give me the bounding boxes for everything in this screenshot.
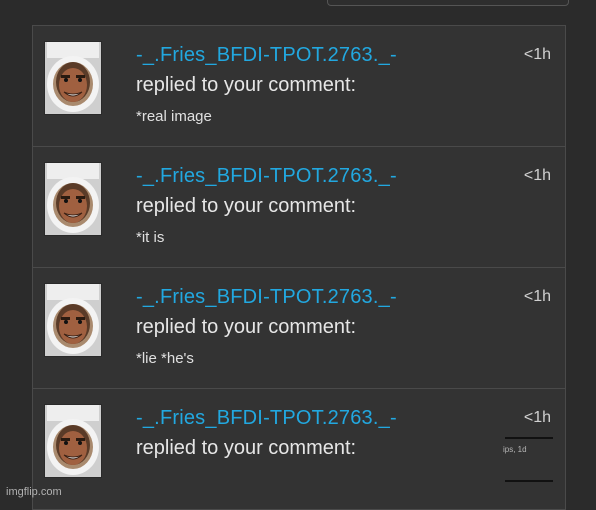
notification-time: <1h	[523, 288, 551, 305]
toilet-head-avatar-icon	[45, 405, 101, 477]
notification-username[interactable]: -_.Fries_BFDI-TPOT.2763._-	[136, 165, 397, 188]
notification-action-text: replied to your comment:	[136, 74, 357, 96]
notification-comment-text: *it is	[136, 229, 165, 246]
overlay-divider	[505, 480, 553, 482]
notification-list: -_.Fries_BFDI-TPOT.2763._- replied to yo…	[32, 25, 566, 510]
avatar[interactable]	[44, 404, 102, 478]
notification-action-text: replied to your comment:	[136, 437, 357, 459]
notification-item[interactable]: -_.Fries_BFDI-TPOT.2763._- replied to yo…	[33, 268, 565, 389]
notification-comment-text: *lie *he's	[136, 350, 194, 367]
notification-username[interactable]: -_.Fries_BFDI-TPOT.2763._-	[136, 286, 397, 309]
top-search-input[interactable]	[327, 0, 569, 6]
notification-item[interactable]: -_.Fries_BFDI-TPOT.2763._- replied to yo…	[33, 389, 565, 510]
overlay-text: ips, 1d	[503, 445, 527, 454]
notification-username[interactable]: -_.Fries_BFDI-TPOT.2763._-	[136, 407, 397, 430]
notification-comment-text: *real image	[136, 108, 212, 125]
watermark: imgflip.com	[6, 486, 62, 498]
notification-time: <1h	[523, 46, 551, 63]
overlay-fragment: ips, 1d	[503, 437, 553, 485]
avatar[interactable]	[44, 162, 102, 236]
notification-time: <1h	[523, 167, 551, 184]
top-bar	[0, 0, 596, 10]
overlay-divider	[505, 437, 553, 439]
notification-action-text: replied to your comment:	[136, 316, 357, 338]
toilet-head-avatar-icon	[45, 284, 101, 356]
avatar[interactable]	[44, 283, 102, 357]
toilet-head-avatar-icon	[45, 163, 101, 235]
notification-time: <1h	[523, 409, 551, 426]
notification-item[interactable]: -_.Fries_BFDI-TPOT.2763._- replied to yo…	[33, 26, 565, 147]
notification-action-text: replied to your comment:	[136, 195, 357, 217]
notification-item[interactable]: -_.Fries_BFDI-TPOT.2763._- replied to yo…	[33, 147, 565, 268]
notification-username[interactable]: -_.Fries_BFDI-TPOT.2763._-	[136, 44, 397, 67]
toilet-head-avatar-icon	[45, 42, 101, 114]
avatar[interactable]	[44, 41, 102, 115]
